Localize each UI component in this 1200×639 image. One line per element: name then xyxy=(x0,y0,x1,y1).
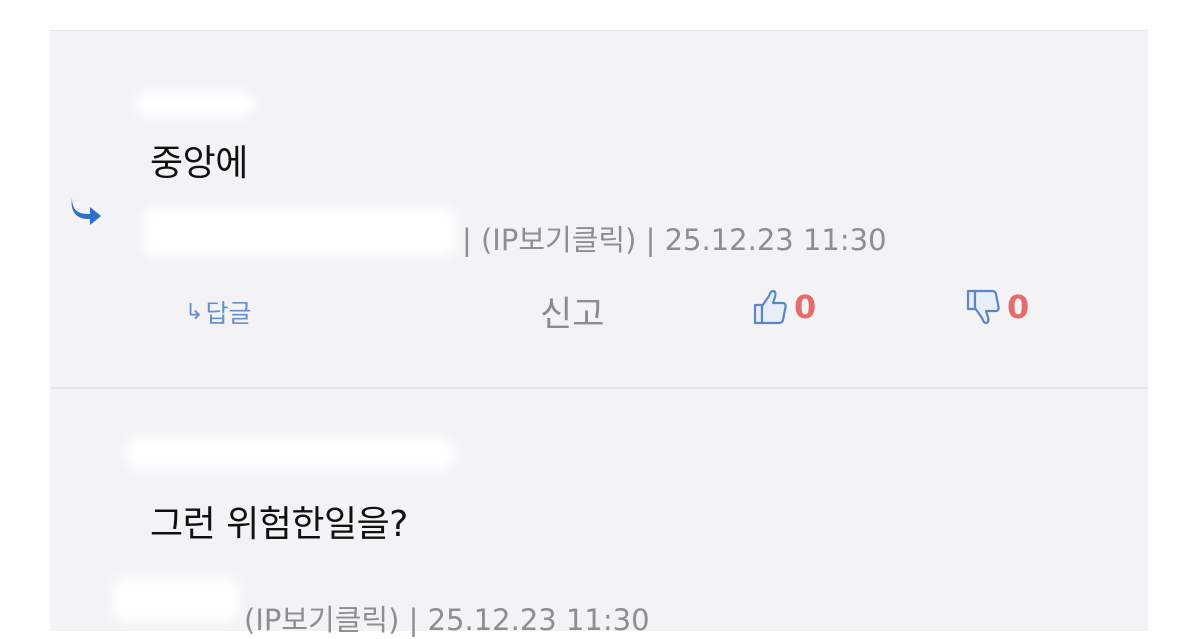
comment-item: 중앙에 | (IP보기클릭) | 25.12.23 11:30 ↳ 답글 신고 … xyxy=(50,31,1148,389)
reply-label: 답글 xyxy=(205,299,252,328)
comment-meta: | (IP보기클릭) | 25.12.23 11:30 xyxy=(462,223,887,257)
reply-arrow-icon xyxy=(71,198,101,225)
report-button[interactable]: 신고 xyxy=(540,286,604,337)
dislike-button[interactable]: 0 xyxy=(965,288,1029,326)
reply-small-arrow-icon: ↳ xyxy=(185,299,204,325)
comment-list: 중앙에 | (IP보기클릭) | 25.12.23 11:30 ↳ 답글 신고 … xyxy=(50,30,1148,637)
thumbs-up-icon xyxy=(753,289,787,325)
redacted-author xyxy=(112,577,240,623)
redacted-username xyxy=(135,91,255,117)
reply-button[interactable]: ↳ 답글 xyxy=(185,294,251,330)
thumbs-down-icon xyxy=(966,289,1000,325)
comment-item: 그런 위험한일을? (IP보기클릭) | 25.12.23 11:30 xyxy=(50,389,1148,637)
comment-actions: ↳ 답글 신고 0 0 xyxy=(50,286,1148,336)
redacted-username xyxy=(125,437,455,471)
like-button[interactable]: 0 xyxy=(752,288,816,326)
comment-text: 중앙에 xyxy=(150,143,248,184)
redacted-author xyxy=(142,207,457,257)
like-count: 0 xyxy=(794,288,817,326)
dislike-count: 0 xyxy=(1007,288,1030,326)
comment-meta: (IP보기클릭) | 25.12.23 11:30 xyxy=(244,603,650,637)
comment-text: 그런 위험한일을? xyxy=(150,504,408,545)
